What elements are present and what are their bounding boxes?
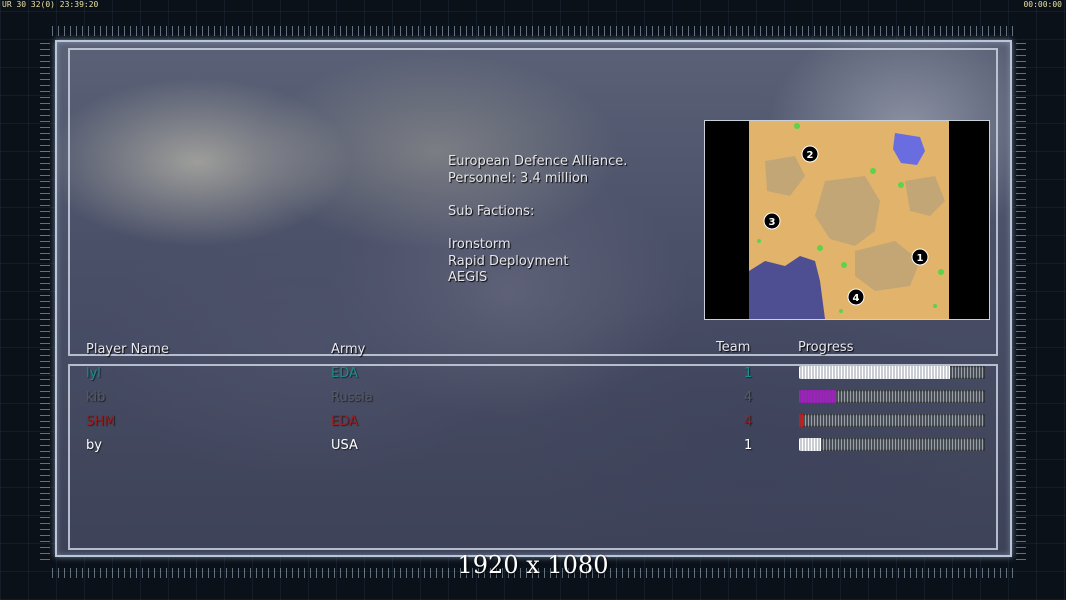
start-position-4: 4 [853, 293, 860, 304]
player-row: lyl EDA 1 [0, 366, 1066, 386]
faction-spacer [448, 187, 627, 204]
player-row: kib Russia 4 [0, 390, 1066, 410]
top-ruler [52, 26, 1014, 36]
player-name-header: Player Name [86, 342, 169, 357]
faction-personnel: Personnel: 3.4 million [448, 170, 589, 186]
team-header: Team [716, 340, 751, 355]
progress-bar [799, 438, 985, 451]
player-army: Russia [331, 390, 373, 405]
water-area [749, 256, 825, 319]
start-position-1: 1 [917, 253, 924, 264]
minimap-terrain: 1 2 3 4 [749, 121, 949, 319]
faction-description: European Defence Alliance. Personnel: 3.… [448, 154, 627, 287]
right-ruler [1016, 40, 1026, 560]
player-name: lyl [86, 366, 101, 381]
player-name: by [86, 438, 102, 453]
player-army: USA [331, 438, 358, 453]
player-team: 4 [744, 414, 753, 429]
sub-faction-item: Ironstorm [448, 236, 511, 252]
progress-fill [799, 390, 837, 403]
progress-fill [799, 366, 950, 379]
player-row: by USA 1 [0, 438, 1066, 458]
player-team: 1 [744, 366, 753, 381]
progress-header: Progress [798, 340, 854, 355]
player-army: EDA [331, 414, 358, 429]
player-row: SHM EDA 4 [0, 414, 1066, 434]
army-header: Army [331, 342, 366, 357]
player-name: SHM [86, 414, 116, 429]
player-team: 1 [744, 438, 753, 453]
start-position-2: 2 [807, 150, 814, 161]
progress-fill [799, 414, 803, 427]
sub-faction-item: Rapid Deployment [448, 253, 569, 269]
progress-bar [799, 390, 985, 403]
hud-timer: 00:00:00 [1023, 0, 1062, 9]
player-name: kib [86, 390, 106, 405]
player-team: 4 [744, 390, 753, 405]
faction-spacer [448, 220, 627, 237]
sub-faction-item: AEGIS [448, 270, 488, 286]
faction-name: European Defence Alliance. [448, 154, 628, 169]
start-position-3: 3 [769, 217, 776, 228]
progress-bar [799, 366, 985, 379]
minimap: 1 2 3 4 [704, 120, 990, 320]
sub-factions-heading: Sub Factions: [448, 203, 535, 219]
resolution-label: 1920 x 1080 [457, 551, 609, 579]
hud-status: UR 30 32(0) 23:39:20 [2, 0, 99, 9]
player-army: EDA [331, 366, 358, 381]
progress-fill [799, 438, 822, 451]
left-ruler [40, 40, 50, 560]
progress-bar [799, 414, 985, 427]
